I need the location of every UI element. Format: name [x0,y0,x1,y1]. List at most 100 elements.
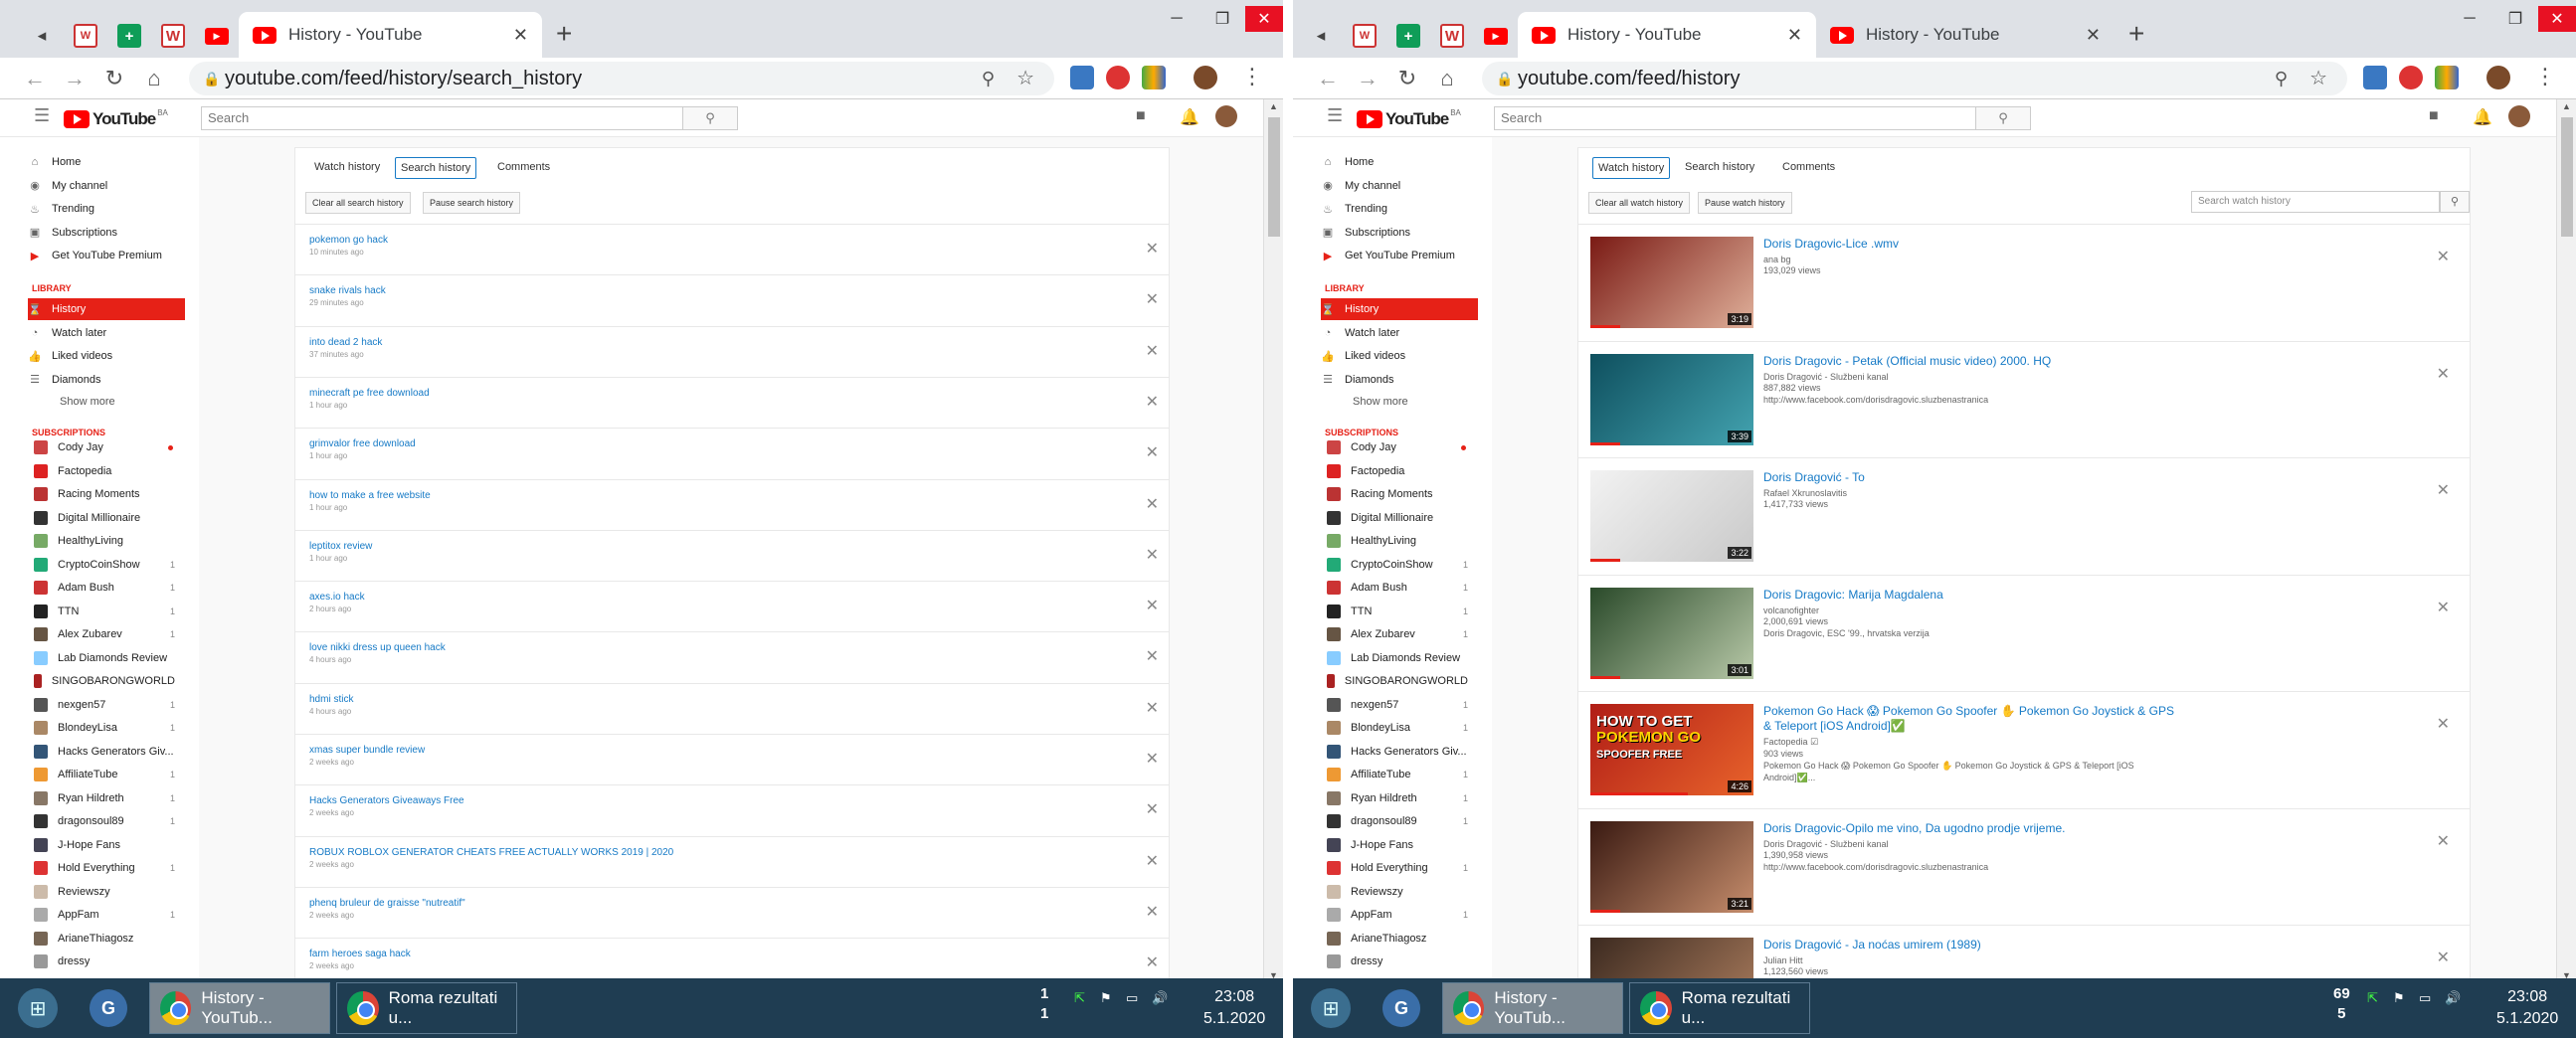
upload-video-icon[interactable]: ■ [1136,107,1146,125]
guide-item-4[interactable]: ▶ Get YouTube Premium [1321,245,1478,266]
history-tab-1[interactable]: Search history [395,157,477,179]
library-item-2[interactable]: 👍 Liked videos [28,345,185,367]
pause-search-history-button[interactable]: Pause search history [423,192,521,214]
remove-video-icon[interactable]: ✕ [2437,714,2450,734]
menu-kebab-icon[interactable]: ⋮ [2534,64,2556,89]
video-thumbnail[interactable]: 3:39 [1590,353,1753,445]
page-scrollbar[interactable]: ▲ ▼ [1263,99,1283,982]
close-tab-icon[interactable]: ✕ [1787,25,1802,46]
search-query-link[interactable]: hdmi stick [309,694,353,705]
search-input[interactable]: Search [1494,106,1976,130]
clear-all-watch-history-button[interactable]: Clear all watch history [1588,192,1691,214]
history-tab-0[interactable]: Watch history [1592,157,1671,179]
video-channel[interactable]: Julian Hitt [1763,955,2181,965]
pinned-tab[interactable]: + [1386,14,1430,58]
subscription-item[interactable]: nexgen57 1 [1327,694,1468,716]
close-tab-icon[interactable]: ✕ [2086,25,2101,46]
subscription-item[interactable]: Ryan Hildreth 1 [34,787,175,809]
remove-item-icon[interactable]: ✕ [1146,902,1159,922]
remove-video-icon[interactable]: ✕ [2437,480,2450,500]
guide-item-0[interactable]: ⌂ Home [28,151,185,173]
remove-item-icon[interactable]: ✕ [1146,646,1159,666]
notifications-bell-icon[interactable]: 🔔 [1180,107,1199,127]
network-icon[interactable]: ▭ [2419,990,2431,1006]
remove-video-icon[interactable]: ✕ [2437,364,2450,384]
scroll-thumb[interactable] [1268,117,1280,237]
remove-item-icon[interactable]: ✕ [1146,289,1159,309]
video-title-link[interactable]: Pokemon Go Hack 😱 Pokemon Go Spoofer ✋ P… [1763,704,2181,734]
subscription-item[interactable]: ArianeThiagosz [1327,928,1468,950]
subscription-item[interactable]: Reviewszy [1327,881,1468,903]
new-tab-button[interactable]: + [556,18,572,50]
video-channel[interactable]: Doris Dragović - Službeni kanal [1763,839,2181,849]
hamburger-menu-icon[interactable]: ☰ [34,105,50,126]
video-thumbnail[interactable]: 3:01 [1590,587,1753,679]
subscription-item[interactable]: Racing Moments [1327,483,1468,505]
notifications-bell-icon[interactable]: 🔔 [2473,107,2492,127]
video-thumbnail[interactable]: HOW TO GET POKEMON GO SPOOFER FREE 4:26 [1590,704,1753,795]
library-item-0[interactable]: ⌛ History [1321,298,1478,320]
subscription-item[interactable]: nexgen57 1 [34,694,175,716]
subscription-item[interactable]: Alex Zubarev 1 [1327,623,1468,645]
subscription-item[interactable]: dressy [34,951,175,972]
remove-video-icon[interactable]: ✕ [2437,948,2450,967]
video-title-link[interactable]: Doris Dragović - Ja noćas umirem (1989) [1763,938,2181,952]
pause-watch-history-button[interactable]: Pause watch history [1698,192,1792,214]
subscription-item[interactable]: Racing Moments [34,483,175,505]
history-tab-0[interactable]: Watch history [309,157,385,179]
remove-item-icon[interactable]: ✕ [1146,494,1159,514]
video-title-link[interactable]: Doris Dragović - To [1763,470,2181,485]
guide-item-1[interactable]: ◉ My channel [1321,175,1478,197]
pinned-tab-audio[interactable]: ◂ [1299,14,1343,58]
close-tab-icon[interactable]: ✕ [513,25,528,46]
tray-arrow-icon[interactable]: ⇱ [1074,990,1085,1006]
hamburger-menu-icon[interactable]: ☰ [1327,105,1343,126]
upload-video-icon[interactable]: ■ [2429,107,2439,125]
video-title-link[interactable]: Doris Dragovic - Petak (Official music v… [1763,354,2181,369]
guide-item-4[interactable]: ▶ Get YouTube Premium [28,245,185,266]
library-item-1[interactable]: ◔ Watch later [1321,322,1478,344]
flag-icon[interactable]: ⚑ [2393,990,2405,1006]
close-window-button[interactable]: ✕ [2538,6,2576,32]
subscription-item[interactable]: TTN 1 [34,601,175,622]
guide-item-1[interactable]: ◉ My channel [28,175,185,197]
profile-avatar[interactable] [1194,66,1217,89]
remove-item-icon[interactable]: ✕ [1146,851,1159,871]
back-icon[interactable]: ← [22,66,48,91]
reload-icon[interactable]: ↻ [1394,66,1420,91]
scroll-up-icon[interactable]: ▲ [1269,101,1278,111]
subscription-item[interactable]: SINGOBARONGWORLD [34,670,175,692]
library-item-2[interactable]: 👍 Liked videos [1321,345,1478,367]
flag-icon[interactable]: ⚑ [1100,990,1112,1006]
active-tab[interactable]: History - YouTube ✕ [239,12,542,58]
search-button[interactable]: ⚲ [1976,106,2031,130]
guide-item-3[interactable]: ▣ Subscriptions [28,222,185,244]
pinned-tab[interactable]: W [64,14,107,58]
subscription-item[interactable]: J-Hope Fans [34,834,175,856]
minimize-button[interactable]: ─ [1154,6,1199,32]
taskbar-task[interactable]: History - YouTub... [149,982,330,1034]
pinned-tab[interactable]: + [107,14,151,58]
remove-video-icon[interactable]: ✕ [2437,247,2450,266]
account-avatar[interactable] [1215,105,1237,127]
remove-item-icon[interactable]: ✕ [1146,545,1159,565]
taskbar-task[interactable]: History - YouTub... [1442,982,1623,1034]
subscription-item[interactable]: BlondeyLisa 1 [1327,717,1468,739]
address-bar[interactable]: 🔒 youtube.com/feed/history/search_history… [189,62,1054,95]
youtube-logo[interactable]: YouTube BA [64,108,168,130]
history-tab-2[interactable]: Comments [492,157,555,179]
zoom-icon[interactable]: ⚲ [2275,62,2288,95]
search-button[interactable]: ⚲ [683,106,738,130]
pinned-app-icon[interactable]: G [1382,989,1420,1027]
guide-item-3[interactable]: ▣ Subscriptions [1321,222,1478,244]
search-query-link[interactable]: farm heroes saga hack [309,949,411,959]
search-query-link[interactable]: grimvalor free download [309,438,416,449]
subscription-item[interactable]: dragonsoul89 1 [1327,810,1468,832]
subscription-item[interactable]: Hacks Generators Giv... [34,741,175,763]
pinned-tab[interactable]: ▶ [1474,14,1518,58]
subscription-item[interactable]: Lab Diamonds Review [1327,647,1468,669]
remove-item-icon[interactable]: ✕ [1146,596,1159,615]
subscription-item[interactable]: dragonsoul89 1 [34,810,175,832]
video-channel[interactable]: volcanofighter [1763,606,2181,615]
subscription-item[interactable]: Hold Everything 1 [1327,857,1468,879]
